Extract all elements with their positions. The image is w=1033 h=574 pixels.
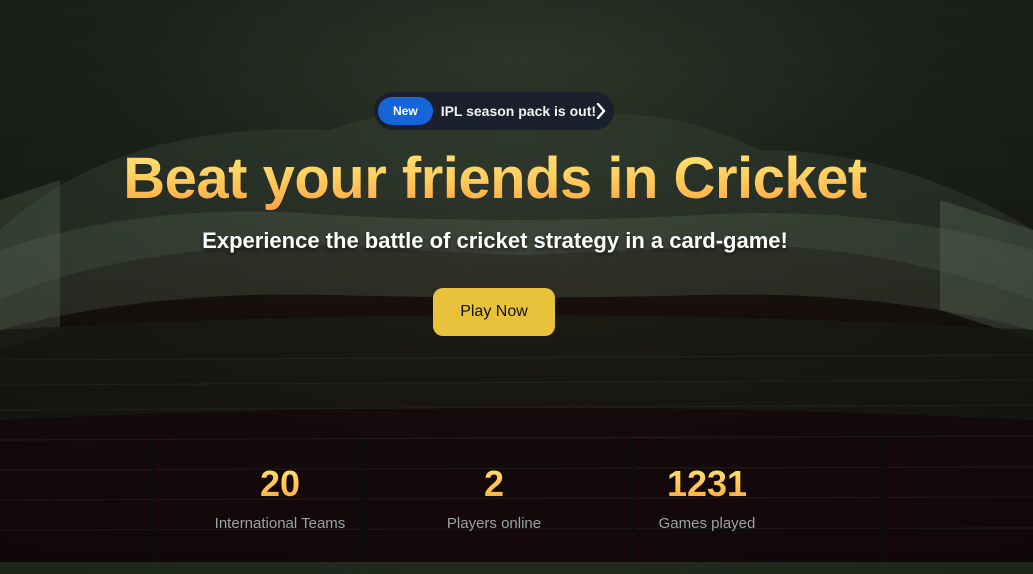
stat-label: International Teams — [214, 515, 346, 532]
new-badge: New — [378, 97, 433, 125]
announcement-pill[interactable]: New IPL season pack is out! — [374, 92, 614, 130]
play-now-button[interactable]: Play Now — [433, 288, 555, 336]
stat-games-played: 1231 Games played — [617, 462, 797, 534]
stat-players-online: 2 Players online — [404, 462, 584, 534]
stat-label: Players online — [446, 515, 542, 532]
chevron-right-icon — [596, 102, 606, 120]
stat-international-teams: 20 International Teams — [190, 462, 370, 534]
hero-section: New IPL season pack is out! Beat your fr… — [0, 0, 1033, 574]
stat-label: Games played — [658, 515, 756, 532]
announcement-text: IPL season pack is out! — [440, 103, 597, 119]
hero-subtitle: Experience the battle of cricket strateg… — [202, 228, 788, 253]
stat-value: 20 — [190, 462, 370, 506]
hero-title: Beat your friends in Cricket — [0, 143, 990, 215]
stat-value: 1231 — [617, 462, 797, 506]
stat-value: 2 — [404, 462, 584, 506]
